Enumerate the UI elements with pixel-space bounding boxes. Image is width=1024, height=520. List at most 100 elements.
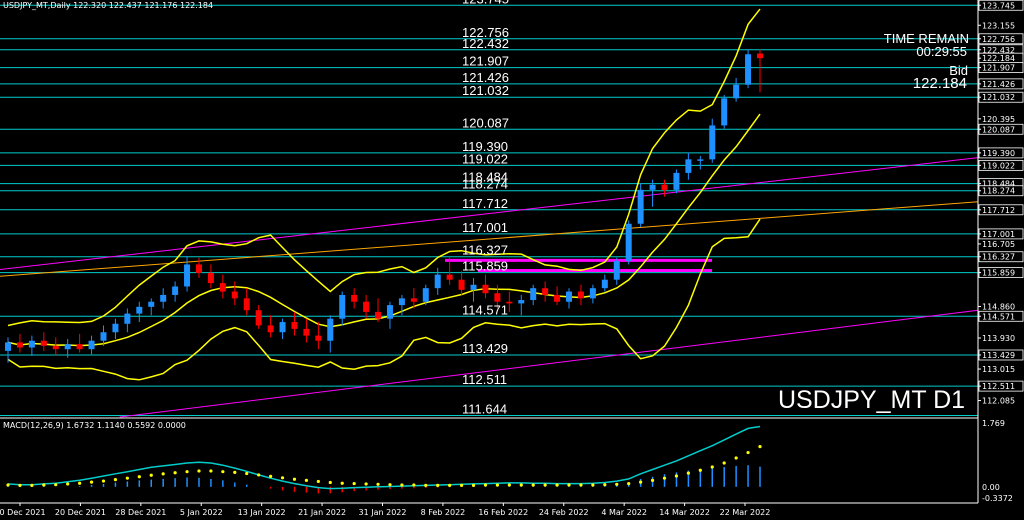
macd-tick-label: 1.769 [982,419,1005,428]
macd-signal-dot [436,483,440,487]
candle-body [589,288,596,299]
level-label: 121.907 [462,54,509,69]
candle-body [363,301,370,312]
macd-signal-dot [316,479,320,484]
candle-body [267,325,274,333]
candle-body [709,125,716,160]
time-tick-label: 28 Dec 2021 [115,508,166,517]
middle-band [7,113,761,347]
price-tick-label: 114.571 [982,312,1015,321]
macd-line [7,425,761,490]
price-chart[interactable]: 123.745 122.756 122.432 121.907 121.426 121.0… [0,0,1024,520]
price-tick-label: 119.022 [982,161,1015,170]
macd-signal-dot [734,456,738,460]
candle-body [160,294,167,302]
price-tick-label: 116.327 [982,253,1015,262]
macd-signal-dot [495,483,499,487]
candle-body [172,286,179,295]
macd-signal-dot [78,481,82,485]
candle-body [243,298,250,311]
candle-body [649,184,656,190]
candle-body [697,159,704,161]
macd-signal-dot [627,481,631,486]
macd-signal-dot [615,482,619,486]
macd-signal-dot [245,471,249,476]
candle-body [673,172,680,190]
level-label: 116.327 [462,243,508,258]
macd-signal-dot [603,483,607,487]
level-label: 122.432 [462,36,509,51]
macd-signal-dot [448,483,452,487]
level-label: 118.274 [462,177,508,192]
macd-signal-dot [30,483,34,487]
candle-body [339,294,346,319]
level-label: 115.859 [462,259,508,274]
candle-body [577,291,584,299]
macd-signal-dot [543,483,547,487]
candle-body [5,342,11,351]
macd-signal-dot [233,470,237,474]
macd-signal-dot [507,483,511,487]
time-tick-label: 16 Feb 2022 [478,508,528,517]
macd-signal-dot [412,483,416,487]
candle-body [745,54,752,85]
level-label: 117.001 [462,220,508,235]
macd-signal-dot [579,483,583,487]
level-label: 123.745 [462,0,509,6]
macd-signal-dot [388,483,392,487]
macd-signal-dot [66,482,70,486]
price-tick-label: 118.274 [982,187,1015,196]
candle-body [625,223,632,262]
candle-body [327,318,334,341]
macd-signal-dot [662,476,667,480]
candle-body [757,53,763,59]
candle-body [303,328,310,336]
price-tick-label: 121.032 [982,93,1015,102]
macd-signal-dot [269,474,273,478]
time-tick-label: 5 Jan 2022 [180,508,223,517]
candle-body [291,322,298,329]
candle-body [470,284,477,290]
time-tick-label: 21 Jan 2022 [298,508,346,517]
price-tick-label: 119.390 [982,149,1015,158]
candle-body [446,274,453,280]
price-axis[interactable]: 123.745123.155122.756122.432122.184121.9… [978,0,1024,406]
bollinger-bands [7,8,761,381]
macd-signal-dot [519,483,523,487]
candle-body [76,344,83,350]
candle-body [375,311,382,319]
time-axis[interactable]: 10 Dec 2021 20 Dec 2021 28 Dec 2021 5 Jan 2… [0,503,770,517]
time-tick-label: 20 Dec 2021 [55,508,106,517]
candle-body [124,313,131,324]
macd-signal-dot [304,478,309,482]
level-label: 120.087 [462,115,509,130]
candle-body [279,322,286,333]
macd-signal-dot [137,475,141,479]
price-tick-label: 112.085 [982,397,1015,406]
candle-body [219,283,226,292]
price-tick-label: 116.705 [982,240,1015,249]
candle-body [434,274,441,289]
price-tick-label: 122.184 [982,54,1015,63]
macd-signal-dot [639,480,643,484]
candle-body [112,323,119,333]
candle-body [410,298,417,302]
chart-window: 123.745 122.756 122.432 121.907 121.426 121.0… [0,0,1024,520]
time-tick-label: 31 Jan 2022 [359,508,407,517]
macd-signal-dot [722,461,726,465]
price-tick-label: 120.395 [982,115,1015,124]
macd-signal-dot [257,473,261,477]
macd-signal-dot [376,482,380,486]
time-tick-label: 4 Mar 2022 [601,508,647,517]
candle-body [351,294,358,302]
macd-signal-dot [54,483,58,487]
price-tick-label: 123.745 [982,1,1015,10]
macd-signal-dot [173,471,177,475]
price-tick-label: 123.155 [982,21,1015,30]
macd-signal-dot [280,476,285,480]
candle-body [661,184,668,190]
upper-band [7,8,761,327]
candle-body [231,291,238,299]
macd-signal-dot [352,481,356,486]
candle-body [207,272,214,284]
